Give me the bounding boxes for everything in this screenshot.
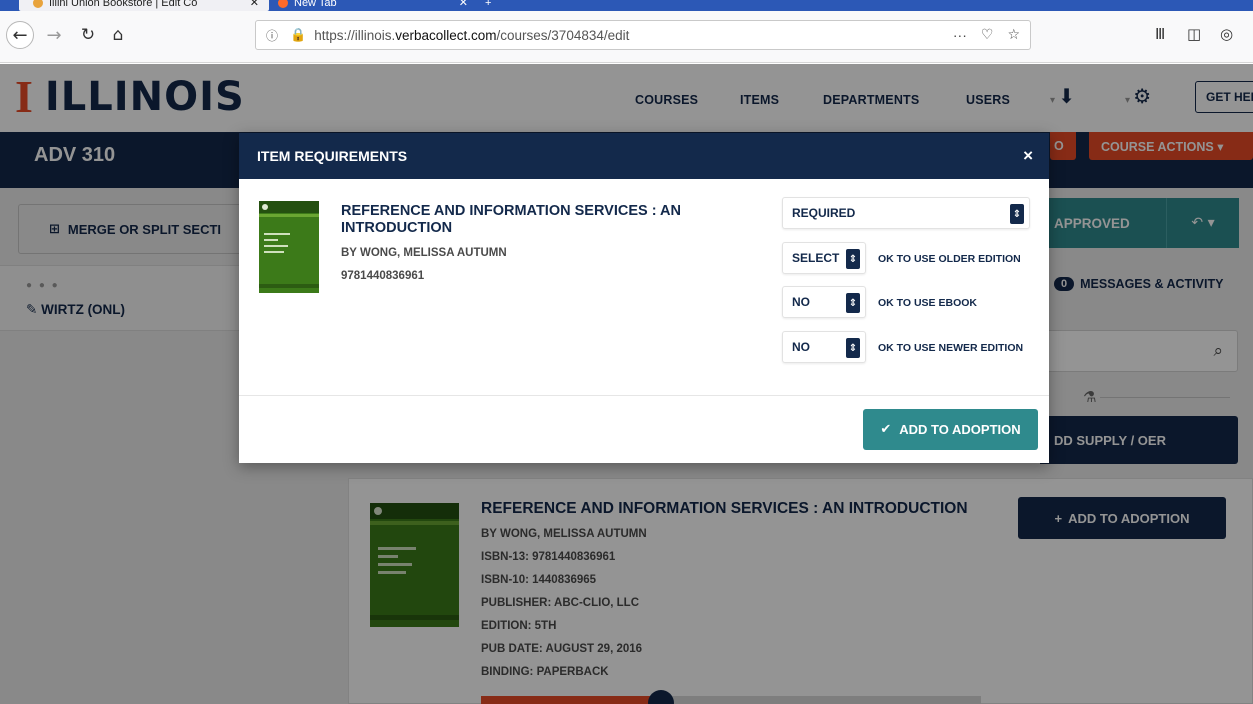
- url-bar[interactable]: ⓘ 🔒 https://illinois. verbacollect.com/co…: [255, 20, 1031, 50]
- browser-tab-new-tab[interactable]: New Tab ✕: [278, 0, 478, 11]
- tab-title: New Tab: [294, 0, 337, 9]
- older-edition-value: SELECT: [792, 251, 840, 265]
- select-arrows-icon: ⇕: [1010, 204, 1024, 224]
- home-icon: ⌂: [112, 25, 124, 45]
- firefox-icon: [278, 0, 288, 8]
- close-tab-icon[interactable]: ✕: [250, 0, 259, 9]
- modal-title: ITEM REQUIREMENTS: [257, 148, 408, 164]
- book-cover-thumbnail: [259, 201, 319, 293]
- info-icon[interactable]: ⓘ: [266, 27, 284, 44]
- back-arrow-icon: ←: [12, 24, 28, 46]
- requirement-value: REQUIRED: [792, 206, 856, 220]
- newer-edition-select[interactable]: NO ⇕: [782, 331, 866, 363]
- select-arrows-icon: ⇕: [846, 338, 860, 358]
- home-button[interactable]: ⌂: [104, 21, 132, 49]
- older-edition-label: OK TO USE OLDER EDITION: [878, 253, 1021, 265]
- add-button-label: ADD TO ADOPTION: [899, 422, 1021, 437]
- forward-button[interactable]: →: [40, 21, 68, 49]
- url-path: /courses/3704834/edit: [496, 27, 630, 43]
- modal-item-isbn: 9781440836961: [341, 270, 425, 282]
- reload-button[interactable]: ↻: [74, 21, 102, 49]
- add-to-adoption-button[interactable]: ✔ ADD TO ADOPTION: [863, 409, 1038, 450]
- select-arrows-icon: ⇕: [846, 249, 860, 269]
- modal-divider: [239, 395, 1049, 396]
- url-protocol: https://illinois.: [314, 27, 396, 43]
- lock-icon: 🔒: [290, 27, 307, 43]
- bookstore-favicon-icon: [33, 0, 43, 8]
- newer-edition-label: OK TO USE NEWER EDITION: [878, 342, 1024, 354]
- back-button[interactable]: ←: [6, 21, 34, 49]
- url-host: verbacollect.com: [395, 27, 497, 43]
- library-icon[interactable]: Ⅲ: [1155, 25, 1165, 43]
- close-tab-icon[interactable]: ✕: [459, 0, 468, 9]
- browser-tab-bookstore[interactable]: Illini Union Bookstore | Edit Co ✕: [19, 0, 269, 11]
- ebook-value: NO: [792, 295, 810, 309]
- browser-toolbar: ← → ↻ ⌂ ⓘ 🔒 https://illinois. verbacollec…: [0, 11, 1253, 63]
- bookmark-star-icon[interactable]: ☆: [1007, 27, 1020, 43]
- item-requirements-modal: ITEM REQUIREMENTS × REFERENCE AND INFORM…: [239, 133, 1049, 463]
- newer-edition-value: NO: [792, 340, 810, 354]
- checkmark-icon: ✔: [880, 422, 892, 437]
- browser-tab-strip: Illini Union Bookstore | Edit Co ✕ New T…: [0, 0, 1253, 11]
- close-icon[interactable]: ×: [1023, 146, 1033, 166]
- new-tab-button[interactable]: +: [485, 0, 491, 11]
- forward-arrow-icon: →: [46, 24, 62, 46]
- modal-item-author: BY WONG, MELISSA AUTUMN: [341, 247, 507, 259]
- older-edition-select[interactable]: SELECT ⇕: [782, 242, 866, 274]
- ebook-label: OK TO USE EBOOK: [878, 297, 977, 309]
- requirement-select[interactable]: REQUIRED ⇕: [782, 197, 1030, 229]
- page-actions-icon[interactable]: ···: [953, 27, 967, 43]
- tab-title: Illini Union Bookstore | Edit Co: [49, 0, 198, 9]
- select-arrows-icon: ⇕: [846, 293, 860, 313]
- ebook-select[interactable]: NO ⇕: [782, 286, 866, 318]
- pocket-icon[interactable]: ♡: [981, 27, 994, 43]
- modal-item-title: REFERENCE AND INFORMATION SERVICES : AN …: [341, 203, 681, 237]
- sidebar-toggle-icon[interactable]: ◫: [1187, 25, 1201, 43]
- reload-icon: ↻: [80, 25, 96, 45]
- modal-header: ITEM REQUIREMENTS ×: [239, 133, 1049, 179]
- account-icon[interactable]: ◎: [1220, 25, 1233, 43]
